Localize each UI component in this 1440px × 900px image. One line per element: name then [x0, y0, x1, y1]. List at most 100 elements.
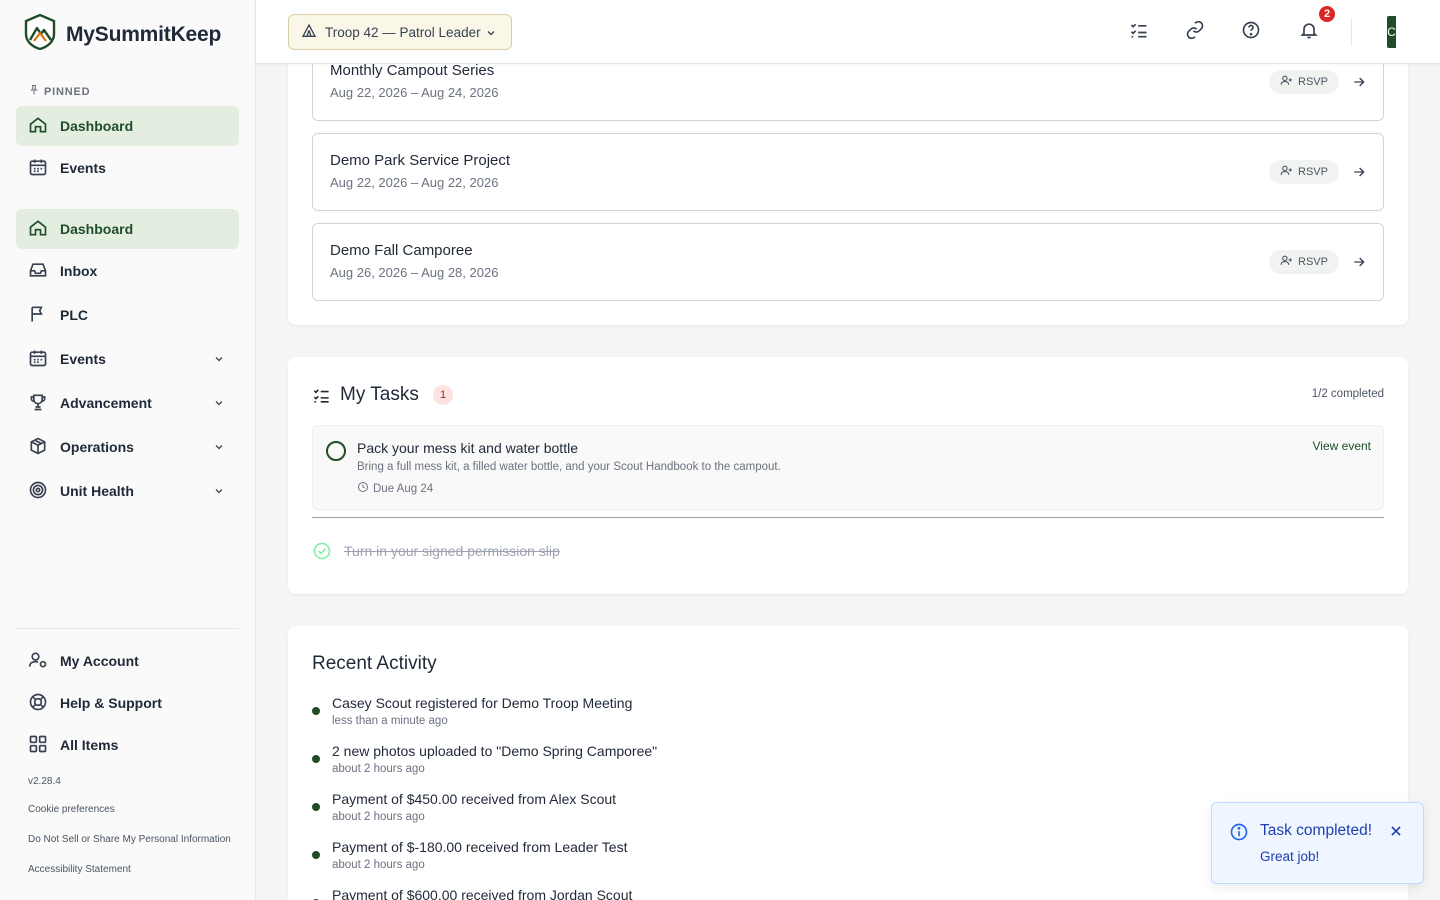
topbar: Troop 42 — Patrol Leader 2 C [256, 0, 1440, 64]
tasks-count-badge: 1 [433, 385, 453, 405]
do-not-sell-link[interactable]: Do Not Sell or Share My Personal Informa… [28, 834, 231, 845]
tasks-progress: 1/2 completed [1311, 388, 1384, 400]
chevron-down-icon [213, 396, 225, 412]
tasks-divider [312, 517, 1384, 518]
sidebar-item-events[interactable]: Events [16, 339, 239, 379]
arrow-right-icon[interactable] [1351, 74, 1367, 95]
links-button[interactable] [1181, 18, 1209, 46]
unit-selector[interactable]: Troop 42 — Patrol Leader [288, 14, 512, 50]
grid-icon [28, 734, 48, 757]
trophy-icon [28, 392, 48, 415]
check-circle-icon [312, 541, 332, 561]
pinned-item-events[interactable]: Events [16, 148, 239, 188]
view-event-link[interactable]: View event [1313, 439, 1371, 453]
cookie-preferences-link[interactable]: Cookie preferences [28, 804, 115, 815]
pinned-item-dashboard[interactable]: Dashboard [16, 106, 239, 146]
sidebar-item-dashboard[interactable]: Dashboard [16, 209, 239, 249]
activity-item: 2 new photos uploaded to "Demo Spring Ca… [312, 741, 657, 777]
event-title: Demo Park Service Project [330, 152, 511, 169]
event-date: Aug 26, 2026 – Aug 28, 2026 [330, 265, 499, 280]
task-title: Pack your mess kit and water bottle [357, 440, 578, 456]
accessibility-statement-link[interactable]: Accessibility Statement [28, 864, 131, 875]
info-icon [1229, 822, 1249, 847]
toast-body: Great job! [1260, 849, 1320, 864]
task-checkbox[interactable] [326, 441, 346, 461]
sidebar-item-advancement[interactable]: Advancement [16, 383, 239, 423]
nav-label: My Account [60, 653, 139, 669]
nav-label: Unit Health [60, 483, 134, 499]
activity-item: Payment of $450.00 received from Alex Sc… [312, 789, 616, 825]
activity-text: Casey Scout registered for Demo Troop Me… [332, 695, 633, 711]
tasks-button[interactable] [1125, 18, 1153, 46]
user-plus-icon [1280, 74, 1293, 90]
activity-time: about 2 hours ago [332, 859, 425, 871]
close-icon[interactable] [1389, 824, 1403, 843]
help-button[interactable] [1237, 18, 1265, 46]
list-checks-icon [312, 386, 331, 410]
nav-label: Events [60, 160, 106, 176]
tent-icon [301, 23, 317, 42]
nav-label: All Items [60, 737, 119, 753]
arrow-right-icon[interactable] [1351, 164, 1367, 185]
sidebar-item-my-account[interactable]: My Account [16, 641, 239, 681]
target-icon [28, 480, 48, 503]
chevron-down-icon [213, 484, 225, 500]
notifications-button[interactable] [1295, 18, 1323, 46]
activity-item: Payment of $600.00 received from Jordan … [312, 885, 632, 900]
chevron-down-icon [213, 440, 225, 456]
calendar-icon [28, 157, 48, 180]
rsvp-button[interactable]: RSVP [1269, 160, 1339, 184]
activity-dot [312, 851, 320, 859]
event-date: Aug 22, 2026 – Aug 22, 2026 [330, 175, 499, 190]
sidebar-item-operations[interactable]: Operations [16, 427, 239, 467]
nav-label: Events [60, 351, 106, 367]
calendar-icon [28, 348, 48, 371]
arrow-right-icon[interactable] [1351, 254, 1367, 275]
sidebar-item-all-items[interactable]: All Items [16, 725, 239, 765]
activity-item: Casey Scout registered for Demo Troop Me… [312, 693, 632, 729]
sidebar-item-unit-health[interactable]: Unit Health [16, 471, 239, 511]
event-title: Demo Fall Camporee [330, 242, 473, 259]
avatar[interactable]: C [1387, 16, 1396, 48]
brand-name: MySummitKeep [66, 22, 222, 46]
link-icon [1185, 20, 1205, 45]
rsvp-label: RSVP [1298, 166, 1328, 178]
task-description: Bring a full mess kit, a filled water bo… [357, 461, 781, 473]
event-date: Aug 22, 2026 – Aug 24, 2026 [330, 85, 499, 100]
chevron-down-icon [213, 352, 225, 368]
toast-notification: Task completed! Great job! [1211, 802, 1424, 884]
activity-item: Payment of $-180.00 received from Leader… [312, 837, 627, 873]
event-row[interactable]: Demo Park Service Project Aug 22, 2026 –… [312, 133, 1384, 211]
rsvp-label: RSVP [1298, 76, 1328, 88]
box-icon [28, 436, 48, 459]
rsvp-button[interactable]: RSVP [1269, 70, 1339, 94]
completed-task-item[interactable]: Turn in your signed permission slip [312, 541, 560, 561]
sidebar-item-inbox[interactable]: Inbox [16, 251, 239, 291]
brand[interactable]: MySummitKeep [24, 13, 222, 55]
nav-label: Dashboard [60, 118, 134, 134]
rsvp-button[interactable]: RSVP [1269, 250, 1339, 274]
activity-dot [312, 803, 320, 811]
user-plus-icon [1280, 164, 1293, 180]
nav-label: PLC [60, 307, 88, 323]
home-icon [28, 115, 48, 138]
toast-title: Task completed! [1260, 822, 1372, 839]
event-row[interactable]: Demo Fall Camporee Aug 26, 2026 – Aug 28… [312, 223, 1384, 301]
activity-text: Payment of $600.00 received from Jordan … [332, 887, 633, 900]
completed-task-title: Turn in your signed permission slip [344, 543, 560, 559]
rsvp-label: RSVP [1298, 256, 1328, 268]
sidebar-item-plc[interactable]: PLC [16, 295, 239, 335]
sidebar-item-help[interactable]: Help & Support [16, 683, 239, 723]
nav-label: Inbox [60, 263, 98, 279]
pin-icon [28, 84, 40, 99]
unit-selector-value: Troop 42 — Patrol Leader [325, 24, 481, 40]
pinned-section-label: PINNED [28, 84, 90, 99]
help-circle-icon [1241, 20, 1261, 45]
tasks-title: My Tasks [340, 384, 419, 405]
nav-label: Advancement [60, 395, 152, 411]
mountain-logo-icon [24, 13, 56, 55]
activity-time: about 2 hours ago [332, 763, 425, 775]
notification-badge: 2 [1317, 4, 1337, 24]
task-item: Pack your mess kit and water bottle Brin… [312, 425, 1384, 510]
activity-title: Recent Activity [312, 653, 437, 674]
